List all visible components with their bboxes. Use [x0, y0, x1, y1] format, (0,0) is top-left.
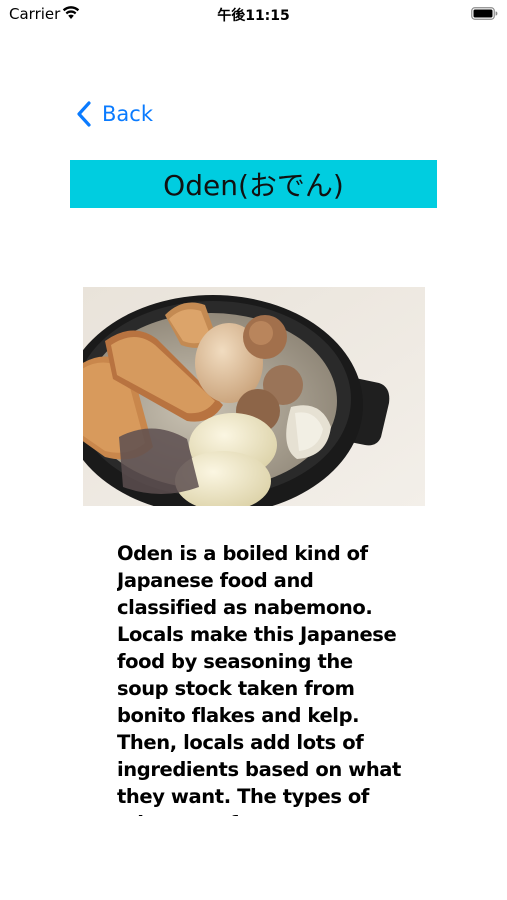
page-title: Oden(おでん): [163, 169, 344, 202]
title-bar: Oden(おでん): [70, 160, 437, 208]
back-label: Back: [102, 102, 153, 126]
description-container: Oden is a boiled kind of Japanese food a…: [117, 540, 407, 816]
chevron-left-icon: [77, 101, 91, 127]
battery-icon: [471, 7, 498, 20]
description-text: Oden is a boiled kind of Japanese food a…: [117, 542, 401, 816]
back-button[interactable]: Back: [76, 98, 153, 130]
oden-photo: [83, 287, 425, 506]
status-bar: Carrier 午後11:15: [0, 0, 507, 28]
status-time: 午後11:15: [217, 8, 290, 24]
oden-dish-image: [83, 287, 425, 506]
